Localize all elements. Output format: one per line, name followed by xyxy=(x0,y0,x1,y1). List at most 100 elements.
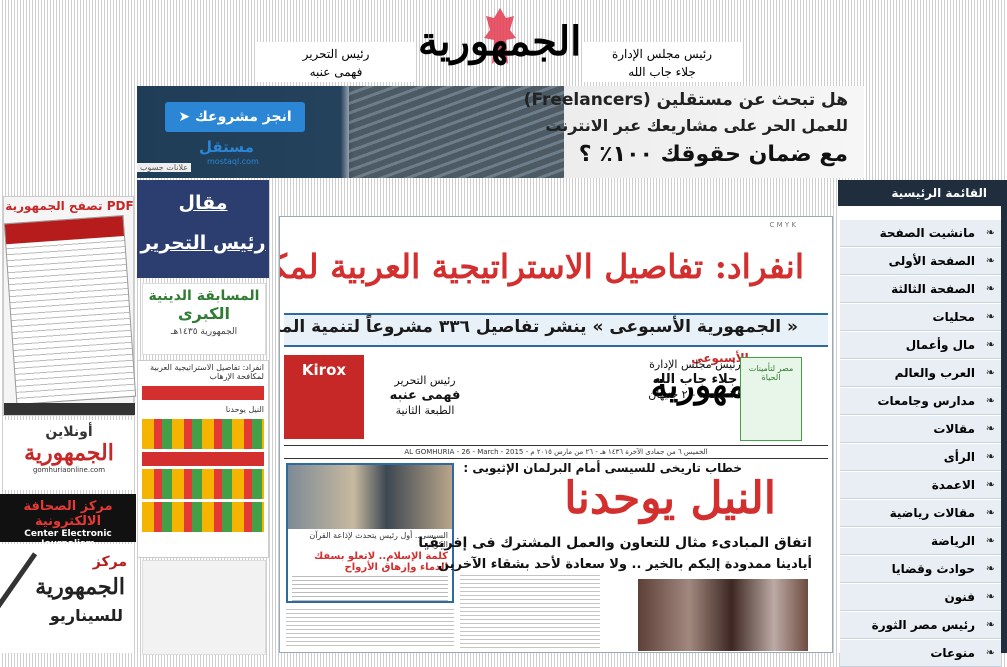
menu-item-label: مقالات رياضية xyxy=(889,506,975,520)
menu-bullet-icon: ❧ xyxy=(985,590,995,603)
editor-name: فهمى عنبه xyxy=(309,65,363,79)
menu-item-label: محليات xyxy=(932,310,975,324)
paper-editor-info: رئيس التحرير فهمى عنبه الطبعة الثانية xyxy=(389,374,461,417)
editor-title: رئيس التحرير xyxy=(302,47,370,61)
religious-contest-banner[interactable]: المسابقة الدينية الكبرى الجمهورية ١٤٣٥هـ xyxy=(142,283,266,355)
banner-ad[interactable]: ➤ انجز مشروعك مستقل mostaql.com هل تبحث … xyxy=(137,86,864,178)
menu-bullet-icon: ❧ xyxy=(985,618,995,631)
menu-bullet-icon: ❧ xyxy=(985,646,995,659)
menu-item-label: مال وأعمال xyxy=(905,338,975,352)
cej-arabic: مركز الصحافة الالكترونية xyxy=(23,499,113,529)
menu-item-label: الرأى xyxy=(943,450,975,464)
menu-item-label: منوعات xyxy=(930,646,975,660)
menu-bullet-icon: ❧ xyxy=(985,254,995,267)
menu-item[interactable]: ❧مانشيت الصفحة الاولى xyxy=(840,220,1001,266)
online-name: الجمهورية xyxy=(24,440,114,466)
paper-board-info: رئيس مجلس الإدارة جلاء جاب الله ٢٨ صفحة … xyxy=(648,358,742,401)
board-chairman-box: رئيس مجلس الإدارة جلاء جاب الله xyxy=(583,42,741,82)
menu-bullet-icon: ❧ xyxy=(985,282,995,295)
menu-item[interactable]: ❧ حوادث وقضايا xyxy=(840,556,1001,583)
ad-line-1: هل تبحث عن مستقلين (Freelancers) xyxy=(523,90,848,110)
menu-item[interactable]: ❧ الاعمدة xyxy=(840,472,1001,499)
menu-bullet-icon: ❧ xyxy=(985,478,995,491)
main-menu: القائمة الرئيسية ❧مانشيت الصفحة الاولى❧ا… xyxy=(838,180,1001,667)
menu-bullet-icon: ❧ xyxy=(985,394,995,407)
online-url: gomhuriaonline.com xyxy=(32,466,106,474)
thumb-text: انفراد: تفاصيل الاستراتيجية العربية لمكا… xyxy=(150,363,264,381)
menu-bullet-icon: ❧ xyxy=(985,226,995,239)
subheadline-bar: « الجمهورية الأسبوعى » ينشر تفاصيل ٣٣٦ م… xyxy=(280,313,828,347)
menu-item-label: الاعمدة xyxy=(931,478,975,492)
menu-item[interactable]: ❧ مال وأعمال xyxy=(840,332,1001,359)
menu-item[interactable]: ❧ الرياضة xyxy=(840,528,1001,555)
main-headline: انفراد: تفاصيل الاستراتيجية العربية لمكا… xyxy=(280,247,804,286)
scen-name: الجمهورية xyxy=(35,574,125,600)
subheadline: « الجمهورية الأسبوعى » ينشر تفاصيل ٣٣٦ م… xyxy=(280,317,798,337)
dateline: الخميس ٦ من جمادى الآخرة ١٤٣٦ هـ - ٢٦ من… xyxy=(284,445,828,459)
menu-item[interactable]: ❧ رئيس مصر الثورة xyxy=(840,612,1001,639)
thumb-headline: النيل يوحدنا xyxy=(225,405,264,414)
pdf-toolbar[interactable] xyxy=(4,403,135,415)
sidebar-placeholder xyxy=(142,560,266,655)
nile-subline-2: أيادينا ممدودة إليكم بالخير .. ولا سعادة… xyxy=(438,557,812,572)
menu-item[interactable]: ❧ محليات xyxy=(840,304,1001,331)
menu-item-label: الرياضة xyxy=(931,534,975,548)
nile-subline-1: اتفاق المبادىء مثال للتعاون والعمل المشت… xyxy=(418,535,812,551)
site-logo[interactable]: الجمهورية xyxy=(418,4,582,78)
menu-bullet-icon: ❧ xyxy=(985,450,995,463)
menu-item[interactable]: ❧ الصفحة الأولى xyxy=(840,248,1001,275)
pope-photo xyxy=(638,579,808,651)
menu-scrollbar[interactable] xyxy=(1001,180,1007,653)
menu-item-label: الصفحة الأولى xyxy=(888,254,975,268)
bottom-articles xyxy=(286,609,454,649)
menu-item-label: مدارس وجامعات xyxy=(877,394,976,408)
ad-line-3: مع ضمان حقوقك ١٠٠٪ ؟ xyxy=(578,142,848,167)
editor-article-box: مقال رئيس التحرير xyxy=(137,180,269,278)
menu-item[interactable]: ❧ منوعات xyxy=(840,640,1001,667)
menu-bullet-icon: ❧ xyxy=(985,562,995,575)
contest-line-1: المسابقة الدينية xyxy=(148,288,260,304)
menu-item-label: رئيس مصر الثورة xyxy=(871,618,975,632)
menu-item[interactable]: ❧ الرأى xyxy=(840,444,1001,471)
menu-bullet-icon: ❧ xyxy=(985,310,995,323)
article-columns xyxy=(460,573,600,651)
menu-item[interactable]: ❧ مقالات xyxy=(840,416,1001,443)
cmyk-mark: C M Y K xyxy=(769,221,796,229)
menu-bullet-icon: ❧ xyxy=(985,422,995,435)
menu-item-label: العرب والعالم xyxy=(894,366,975,380)
menu-item-label: الصفحة الثالثة xyxy=(891,282,975,296)
menu-bullet-icon: ❧ xyxy=(985,534,995,547)
ad-line-2: للعمل الحر على مشاريعك عبر الانترنت xyxy=(545,116,848,135)
editor-article-link-2[interactable]: رئيس التحرير xyxy=(137,220,269,260)
menu-item[interactable]: ❧ العرب والعالم xyxy=(840,360,1001,387)
ad-cta-button[interactable]: ➤ انجز مشروعك xyxy=(165,102,305,132)
pdf-viewer-panel[interactable]: تصفح الجمهورية PDF xyxy=(3,196,137,416)
contest-line-2: الكبرى xyxy=(178,304,230,323)
pdf-paper-preview xyxy=(3,215,137,405)
menu-item-label: فنون xyxy=(944,590,975,604)
menu-item[interactable]: ❧ مقالات رياضية xyxy=(840,500,1001,527)
sisi-photo xyxy=(288,465,452,529)
editor-article-link-1[interactable]: مقال xyxy=(137,180,269,220)
scen-top: مركز xyxy=(92,554,127,570)
contest-line-3: الجمهورية ١٤٣٥هـ xyxy=(170,327,238,337)
gomhuria-online-link[interactable]: أونلاين الجمهورية gomhuriaonline.com xyxy=(5,420,133,490)
menu-bullet-icon: ❧ xyxy=(985,366,995,379)
menu-item[interactable]: ❧ مدارس وجامعات xyxy=(840,388,1001,415)
electronic-journalism-link[interactable]: مركز الصحافة الالكترونية Center Electron… xyxy=(0,494,136,549)
menu-item[interactable]: ❧ الصفحة الثالثة xyxy=(840,276,1001,303)
nile-headline: النيل يوحدنا xyxy=(564,473,776,524)
editor-in-chief-box: رئيس التحرير فهمى عنبه xyxy=(257,42,415,82)
scen-bottom: للسيناريو xyxy=(49,606,123,625)
kirox-ad: Kirox xyxy=(284,355,364,439)
logo-text: الجمهورية xyxy=(418,18,582,65)
scenario-center-link[interactable]: مركز الجمهورية للسيناريو xyxy=(0,544,133,653)
newspaper-front-page[interactable]: C M Y K انفراد: تفاصيل الاستراتيجية العر… xyxy=(279,216,833,653)
menu-item-label: مقالات xyxy=(933,422,975,436)
pdf-title: تصفح الجمهورية PDF xyxy=(5,199,134,213)
send-icon: ➤ xyxy=(178,109,195,125)
photo-headline: كلمة الإسلام.. لاتعلو بسفك الدماء وإزهاق… xyxy=(314,551,448,573)
menu-item[interactable]: ❧ فنون xyxy=(840,584,1001,611)
board-title: رئيس مجلس الإدارة xyxy=(611,47,713,61)
front-page-thumbnail[interactable]: انفراد: تفاصيل الاستراتيجية العربية لمكا… xyxy=(137,360,269,558)
